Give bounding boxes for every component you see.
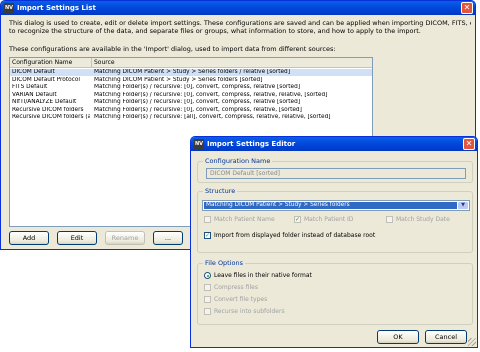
add-button[interactable]: Add <box>9 231 49 245</box>
import-settings-editor-dialog: NV Import Settings Editor ✕ Configuratio… <box>190 136 478 348</box>
available-configurations-text: These configurations are available in th… <box>9 45 336 53</box>
list-item-source: Matching Folder(s) / recursive: [0], con… <box>94 84 301 90</box>
ok-button[interactable]: OK <box>377 330 419 344</box>
description-line-1: This dialog is used to create, edit or d… <box>9 19 471 27</box>
main-window-title: Import Settings List <box>17 4 96 12</box>
rename-button[interactable]: Rename <box>105 231 145 245</box>
structure-dropdown[interactable]: Matching DICOM Patient > Study > Series … <box>202 200 470 211</box>
chevron-down-icon[interactable]: ▼ <box>458 202 468 209</box>
list-header: Configuration Name Source <box>10 58 372 68</box>
structure-label: Structure <box>203 187 238 195</box>
configuration-name-label: Configuration Name <box>203 157 273 165</box>
list-item-source: Matching Folder(s) / recursive: [0], con… <box>94 99 301 105</box>
list-item[interactable]: VARIAN Default Matching Folder(s) / recur… <box>10 92 372 99</box>
configuration-name-group: Configuration Name DICOM Default [sorted… <box>197 157 473 183</box>
compress-files-label: Compress files <box>214 284 258 291</box>
close-icon[interactable]: ✕ <box>461 2 473 14</box>
recursive-checkbox[interactable] <box>204 308 211 315</box>
list-item[interactable]: FITS Default Matching Folder(s) / recursi… <box>10 84 372 91</box>
column-header-name[interactable]: Configuration Name <box>10 58 92 67</box>
file-options-group: File Options Leave files in their native… <box>197 259 473 325</box>
leave-files-radio[interactable] <box>204 272 211 279</box>
match-patient-name-checkbox[interactable] <box>204 216 211 223</box>
recursive-label: Recurse into subfolders <box>214 308 285 315</box>
structure-selected-value: Matching DICOM Patient > Study > Series … <box>204 202 457 209</box>
column-header-source[interactable]: Source <box>92 58 372 67</box>
editor-title-bar[interactable]: NV Import Settings Editor ✕ <box>191 137 477 151</box>
leave-files-label: Leave files in their native format <box>214 272 312 279</box>
list-item[interactable]: Recursive DICOM folders Matching Folder(s… <box>10 107 372 114</box>
list-item-source: Matching DICOM Patient > Study > Series … <box>94 76 263 83</box>
match-patient-id-label: Match Patient ID <box>304 216 354 223</box>
configuration-name-field[interactable]: DICOM Default [sorted] <box>206 168 466 179</box>
list-item-name: DICOM Default <box>12 69 55 75</box>
edit-button[interactable]: Edit <box>57 231 97 245</box>
list-item-name: Recursive DICOM folders (all) <box>12 114 90 120</box>
editor-app-icon: NV <box>194 139 204 149</box>
list-item[interactable]: DICOM Default Protocol Matching DICOM Pat… <box>10 77 372 84</box>
cancel-button[interactable]: Cancel <box>425 330 467 344</box>
editor-close-icon[interactable]: ✕ <box>463 138 475 150</box>
list-item-source: Matching Folder(s) / recursive: [0], con… <box>94 106 302 113</box>
editor-title: Import Settings Editor <box>207 140 296 148</box>
description-line-2: to recognize the structure of the data, … <box>9 27 421 35</box>
list-item[interactable]: DICOM Default Matching DICOM Patient > St… <box>10 69 372 76</box>
file-options-label: File Options <box>203 259 246 267</box>
main-title-bar[interactable]: NV Import Settings List ✕ <box>1 1 475 15</box>
convert-files-label: Convert file types <box>214 296 268 303</box>
import-to-subfolders-checkbox[interactable]: ✓ <box>204 232 211 239</box>
more-button[interactable]: ... <box>153 231 183 245</box>
list-item-name: VARIAN Default <box>12 91 57 98</box>
compress-files-checkbox[interactable] <box>204 284 211 291</box>
list-item-source: Matching Folder(s) / recursive: [all], c… <box>94 114 331 120</box>
list-item[interactable]: NIfTI/ANALYZE Default Matching Folder(s) … <box>10 99 372 106</box>
convert-files-checkbox[interactable] <box>204 296 211 303</box>
list-item-name: DICOM Default Protocol <box>12 76 81 83</box>
structure-group: Structure Matching DICOM Patient > Study… <box>197 187 473 253</box>
match-patient-id-checkbox[interactable]: ✓ <box>294 216 301 223</box>
import-to-subfolders-label: Import from displayed folder instead of … <box>214 232 376 239</box>
list-item[interactable]: Recursive DICOM folders (all) Matching Fo… <box>10 114 372 121</box>
match-study-date-checkbox[interactable] <box>386 216 393 223</box>
list-item-name: FITS Default <box>12 84 48 90</box>
match-patient-name-label: Match Patient Name <box>214 216 275 223</box>
list-item-name: NIfTI/ANALYZE Default <box>12 99 77 105</box>
list-item-name: Recursive DICOM folders <box>12 106 84 113</box>
list-item-source: Matching DICOM Patient > Study > Series … <box>94 69 290 75</box>
resize-grip[interactable] <box>468 338 476 346</box>
list-item-source: Matching Folder(s) / recursive: [0], con… <box>94 91 328 98</box>
app-icon: NV <box>4 3 14 13</box>
match-study-date-label: Match Study Date <box>396 216 450 223</box>
